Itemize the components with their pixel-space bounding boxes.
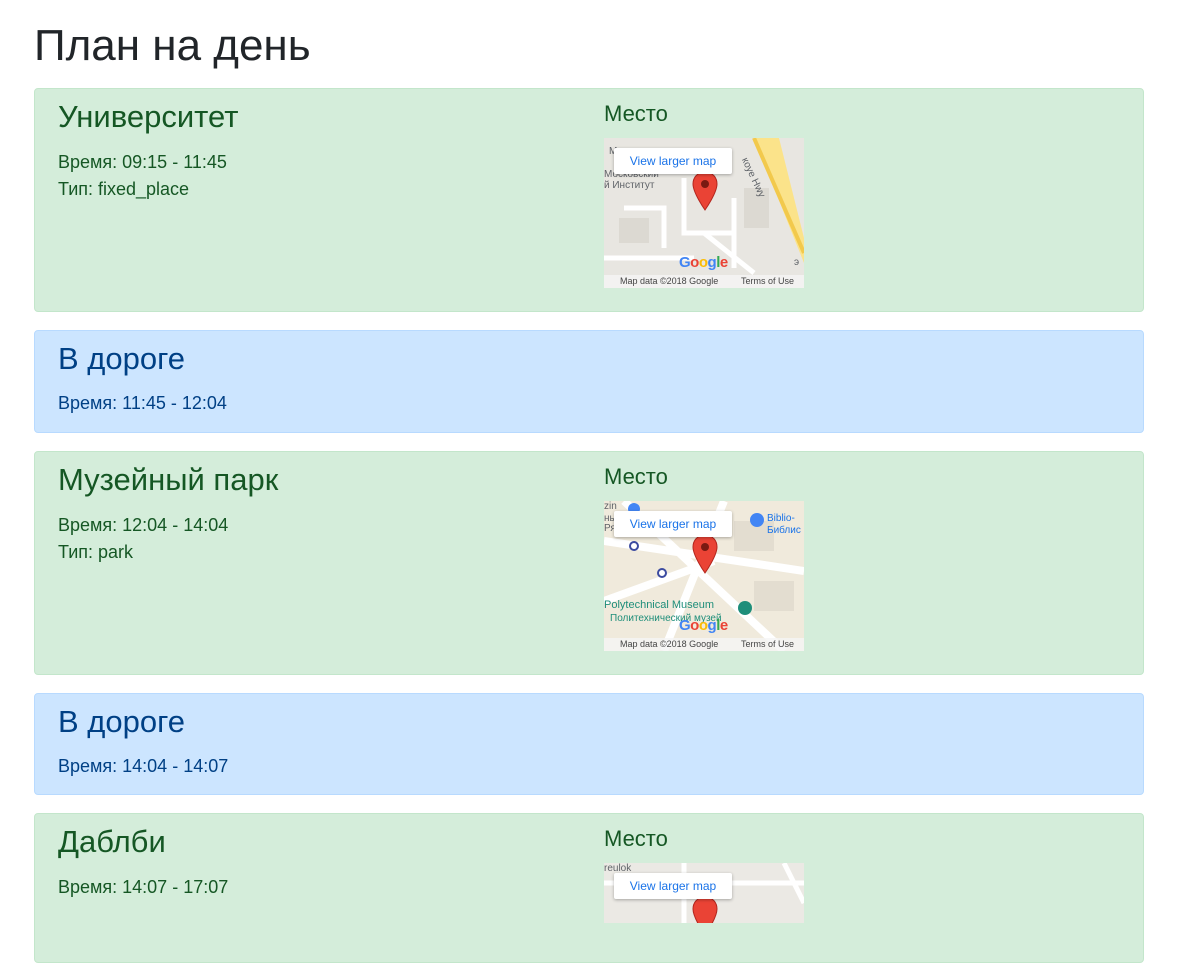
page-title: План на день [34,21,311,70]
plan-item-place: Университет Время: 09:15 - 11:45 Тип: fi… [34,88,1144,312]
map-footer: Map data ©2018 Google Terms of Use [604,638,804,651]
place-type: Тип: fixed_place [58,179,190,199]
time-range: Время: 12:04 - 14:04 [58,515,229,535]
plan-item-place: Даблби Время: 14:07 - 17:07 Место reulok… [34,813,1144,963]
place-label: Место [604,101,668,126]
view-larger-map-link[interactable]: View larger map [614,511,732,537]
place-title: Музейный парк [58,462,279,497]
travel-title: В дороге [58,341,185,376]
view-larger-map-link[interactable]: View larger map [614,148,732,174]
terms-of-use-link[interactable]: Terms of Use [741,275,794,288]
place-label: Место [604,826,668,851]
map-pin-icon [692,896,718,923]
time-range: Время: 11:45 - 12:04 [58,393,227,413]
place-type: Тип: park [58,542,134,562]
time-range: Время: 14:07 - 17:07 [58,877,229,897]
view-larger-map-link[interactable]: View larger map [614,873,732,899]
google-logo: Google [679,617,728,634]
place-label: Место [604,464,668,489]
map-label: й Институт [604,180,655,191]
map-label: Polytechnical Museum [604,599,715,611]
map-label: Biblio- [767,513,795,524]
google-logo: Google [679,254,728,271]
terms-of-use-link[interactable]: Terms of Use [741,638,794,651]
map-embed[interactable]: Моско Московский й Институт коуе Hwy э V… [604,138,804,288]
plan-item-place: Музейный парк Время: 12:04 - 14:04 Тип: … [34,451,1144,675]
plan-item-travel: В дороге Время: 11:45 - 12:04 [34,330,1144,433]
map-pin-icon [692,534,718,574]
map-data-credit: Map data ©2018 Google [620,639,719,649]
map-embed[interactable]: zin ны Ря Biblio- Библис Polytechnical M… [604,501,804,651]
plan-item-travel: В дороге Время: 14:04 - 14:07 [34,693,1144,795]
time-range: Время: 09:15 - 11:45 [58,152,227,172]
map-data-credit: Map data ©2018 Google [620,276,719,286]
map-footer: Map data ©2018 Google Terms of Use [604,275,804,288]
place-title: Университет [58,99,239,134]
map-label: Библис [767,525,801,536]
travel-title: В дороге [58,704,185,739]
map-pin-icon [692,171,718,211]
map-embed[interactable]: reulok View larger map [604,863,804,923]
time-range: Время: 14:04 - 14:07 [58,756,229,776]
place-title: Даблби [58,824,166,859]
map-label: э [794,257,800,268]
